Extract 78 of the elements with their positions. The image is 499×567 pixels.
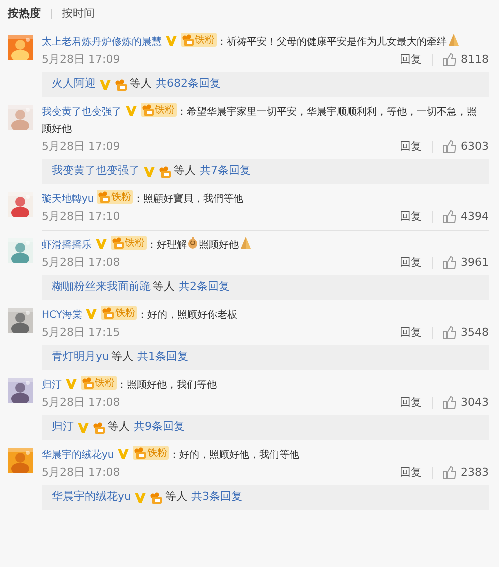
comment-text: ：好的，照顾好他，我们等他	[169, 450, 300, 461]
reply-link[interactable]: 回复	[400, 254, 422, 271]
user-name-link[interactable]: 我变黄了也变强了	[52, 163, 140, 180]
like-button[interactable]: 3961	[443, 254, 489, 271]
reply-link[interactable]: 回复	[400, 138, 422, 155]
user-name-link[interactable]: 我变黄了也变强了	[42, 107, 122, 118]
reply-count-link[interactable]: 共9条回复	[134, 419, 185, 436]
reply-link[interactable]: 回复	[400, 464, 422, 481]
fan-badge-icon	[101, 306, 116, 320]
like-button[interactable]: 6303	[443, 138, 489, 155]
like-button[interactable]: 3548	[443, 324, 489, 341]
user-name-link[interactable]: 火人阿迎	[52, 76, 96, 93]
user-name-link[interactable]: 华晨宇的绒花yu	[52, 489, 132, 506]
comment-text: 顾好他	[42, 123, 72, 137]
thumbs-up-icon	[443, 210, 457, 224]
reply-count-link[interactable]: 共682条回复	[156, 76, 221, 93]
like-button[interactable]: 3043	[443, 394, 489, 411]
thumbs-up-icon	[443, 256, 457, 270]
timestamp: 5月28日 17:15	[42, 325, 120, 341]
user-name-link[interactable]: 华晨宇的绒花yu	[42, 450, 114, 461]
comment-text: ：祈祷平安！父母的健康平安是作为儿女最大的牵绊	[217, 37, 447, 48]
user-name-link[interactable]: 糊咖粉丝来我面前跪	[52, 279, 151, 296]
timestamp: 5月28日 17:08	[42, 465, 120, 481]
reply-link[interactable]: 回复	[400, 51, 422, 68]
reply-others-text: 等人	[165, 489, 188, 506]
thumbs-up-icon	[443, 326, 457, 340]
sort-tab[interactable]: 按热度	[8, 6, 41, 22]
fan-label: 铁粉	[95, 376, 115, 390]
timestamp: 5月28日 17:09	[42, 52, 120, 68]
comment-text: ：照顧好寶貝，我們等他	[133, 194, 244, 205]
sort-tab[interactable]: 按时间	[62, 6, 95, 22]
timestamp: 5月28日 17:09	[42, 139, 120, 155]
fan-label: 铁粉	[195, 34, 215, 46]
thumbs-up-icon	[443, 396, 457, 410]
thumbs-up-icon	[443, 466, 457, 480]
comment-text: 照顾好他	[199, 240, 239, 251]
user-name-link[interactable]: 归汀	[42, 380, 62, 391]
like-button[interactable]: 8118	[443, 51, 489, 68]
reply-link[interactable]: 回复	[400, 208, 422, 225]
user-name-link[interactable]: HCY海棠	[42, 310, 82, 321]
fan-label: 铁粉	[111, 190, 132, 204]
reply-link[interactable]: 回复	[400, 324, 422, 341]
reply-count-link[interactable]: 共3条回复	[191, 489, 242, 506]
comment-text: ：照顾好他，我们等他	[117, 380, 217, 391]
fan-label: 铁粉	[155, 104, 175, 116]
fan-badge-icon	[133, 446, 148, 460]
like-button[interactable]: 2383	[443, 464, 489, 481]
reply-others-text: 等人	[108, 419, 130, 436]
fan-badge-icon	[111, 236, 125, 250]
user-name-link[interactable]: 归汀	[52, 419, 74, 436]
comment-text: ：好理解	[147, 240, 187, 251]
reply-others-text: 等人	[174, 163, 196, 180]
timestamp: 5月28日 17:08	[42, 395, 120, 411]
reply-count-link[interactable]: 共2条回复	[179, 279, 230, 296]
user-name-link[interactable]: 虾滑摇摇乐	[42, 240, 92, 251]
thumbs-up-icon	[443, 52, 457, 66]
user-name-link[interactable]: 青灯明月yu	[52, 349, 110, 366]
fan-badge-icon	[181, 33, 195, 47]
reply-count-link[interactable]: 共7条回复	[200, 163, 251, 180]
comment-text: ：好的，照顾好你老板	[137, 310, 238, 321]
timestamp: 5月28日 17:10	[42, 209, 120, 225]
reply-others-text: 等人	[111, 349, 134, 366]
fan-badge-icon	[141, 103, 155, 117]
thumbs-up-icon	[443, 140, 457, 154]
reply-others-text: 等人	[130, 76, 152, 92]
timestamp: 5月28日 17:08	[42, 255, 120, 271]
fan-badge-icon	[81, 376, 95, 390]
reply-others-text: 等人	[153, 279, 175, 296]
fan-label: 铁粉	[147, 446, 168, 460]
user-name-link[interactable]: 璇天地轉yu	[42, 194, 94, 205]
fan-label: 铁粉	[115, 306, 136, 320]
fan-badge-icon	[97, 190, 112, 204]
reply-count-link[interactable]: 共1条回复	[137, 349, 188, 366]
reply-link[interactable]: 回复	[400, 394, 422, 411]
fan-label: 铁粉	[125, 236, 145, 250]
user-name-link[interactable]: 太上老君炼丹炉修炼的晨慧	[42, 37, 162, 48]
comment-text: ：希望华晨宇家里一切平安，华晨宇顺顺利利，等他，一切不急，照	[177, 107, 477, 118]
like-button[interactable]: 4394	[443, 208, 489, 225]
